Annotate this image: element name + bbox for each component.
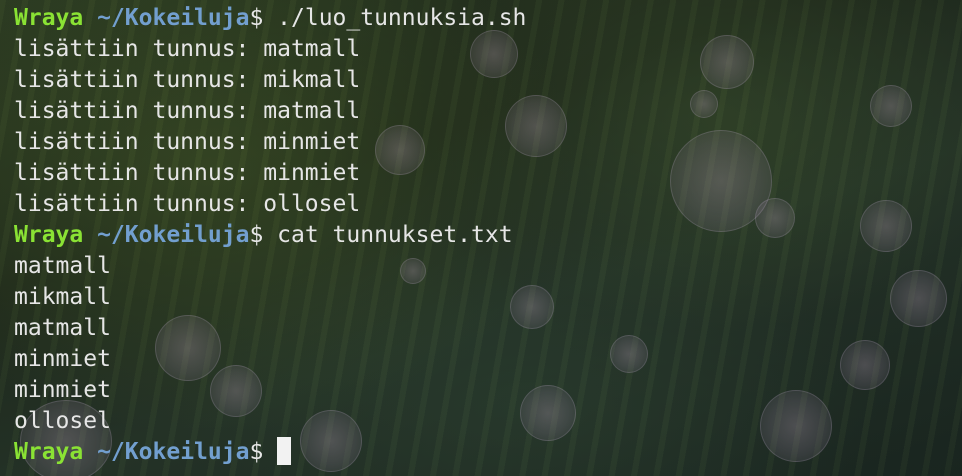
output-line: matmall bbox=[14, 253, 111, 279]
bokeh-light bbox=[860, 200, 912, 252]
bokeh-light bbox=[840, 340, 890, 390]
output-line: lisättiin tunnus: matmall bbox=[14, 36, 361, 62]
output-line: lisättiin tunnus: ollosel bbox=[14, 191, 361, 217]
output-line: lisättiin tunnus: minmiet bbox=[14, 160, 361, 186]
terminal-output[interactable]: Wraya ~/Kokeiluja$ ./luo_tunnuksia.sh li… bbox=[14, 3, 526, 468]
prompt-path: ~/Kokeiluja bbox=[97, 222, 250, 248]
bokeh-light bbox=[890, 270, 947, 327]
command-text: ./luo_tunnuksia.sh bbox=[277, 5, 527, 31]
output-line: matmall bbox=[14, 315, 111, 341]
terminal-window[interactable]: Wraya ~/Kokeiluja$ ./luo_tunnuksia.sh li… bbox=[0, 0, 962, 476]
bokeh-light bbox=[700, 35, 754, 89]
prompt-line: Wraya ~/Kokeiluja$ ./luo_tunnuksia.sh bbox=[14, 3, 526, 34]
prompt-path: ~/Kokeiluja bbox=[97, 439, 250, 465]
prompt-line: Wraya ~/Kokeiluja$ cat tunnukset.txt bbox=[14, 220, 526, 251]
bokeh-light bbox=[755, 198, 795, 238]
command-text: cat tunnukset.txt bbox=[277, 222, 513, 248]
output-line: lisättiin tunnus: minmiet bbox=[14, 129, 361, 155]
bokeh-light bbox=[760, 390, 832, 462]
output-line: lisättiin tunnus: mikmall bbox=[14, 67, 361, 93]
bokeh-light bbox=[870, 85, 912, 127]
output-line: minmiet bbox=[14, 377, 111, 403]
prompt-symbol: $ bbox=[249, 222, 264, 248]
output-line: minmiet bbox=[14, 346, 111, 372]
bokeh-light bbox=[520, 385, 576, 441]
prompt-user: Wraya bbox=[14, 439, 84, 465]
bokeh-light bbox=[610, 335, 648, 373]
text-cursor[interactable] bbox=[277, 437, 292, 465]
prompt-path: ~/Kokeiluja bbox=[97, 5, 250, 31]
output-line: mikmall bbox=[14, 284, 111, 310]
output-line: ollosel bbox=[14, 408, 111, 434]
prompt-symbol: $ bbox=[249, 439, 264, 465]
prompt-user: Wraya bbox=[14, 222, 84, 248]
output-line: lisättiin tunnus: matmall bbox=[14, 98, 361, 124]
bokeh-light bbox=[690, 90, 718, 118]
prompt-user: Wraya bbox=[14, 5, 84, 31]
prompt-line: Wraya ~/Kokeiluja$ bbox=[14, 437, 526, 468]
prompt-symbol: $ bbox=[249, 5, 264, 31]
